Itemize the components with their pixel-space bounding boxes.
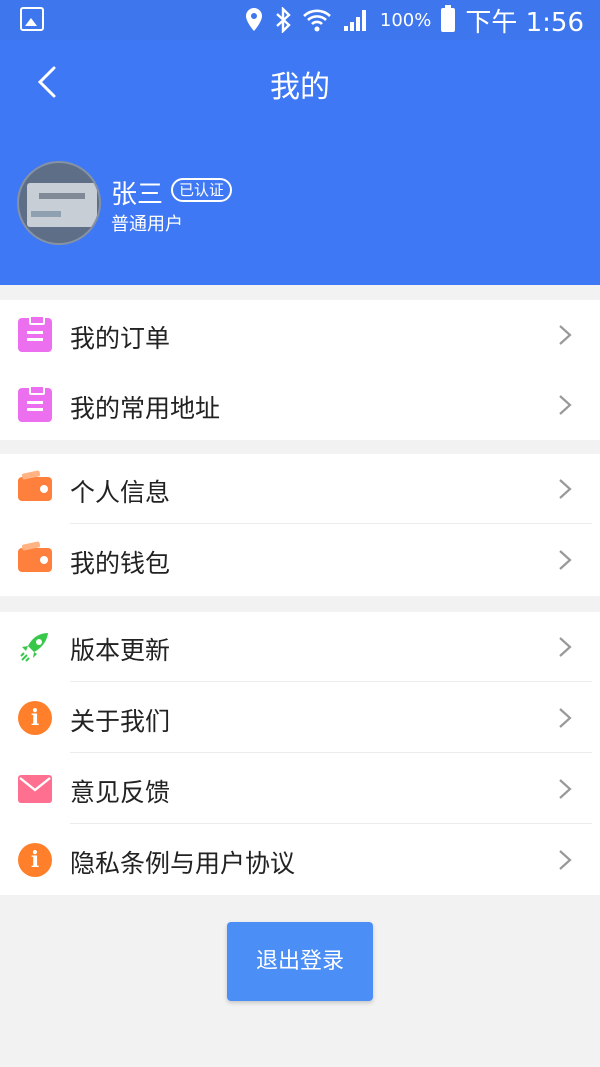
menu-item-wallet[interactable]: 我的钱包 <box>0 525 600 595</box>
clock: 下午 1:56 <box>465 7 584 38</box>
chevron-right-icon <box>559 550 572 570</box>
logout-button[interactable]: 退出登录 <box>227 922 373 1001</box>
chevron-right-icon <box>559 325 572 345</box>
chevron-right-icon <box>559 779 572 799</box>
mail-icon <box>18 775 52 803</box>
menu-item-label: 个人信息 <box>70 478 171 507</box>
menu-item-personal-info[interactable]: 个人信息 <box>0 454 600 524</box>
signal-icon <box>343 10 366 31</box>
clipboard-icon <box>18 315 52 352</box>
info-icon: i <box>18 843 52 877</box>
chevron-right-icon <box>559 708 572 728</box>
menu-group-about: 版本更新 i 关于我们 意见反馈 i 隐私条例与用户协议 <box>0 612 600 895</box>
chevron-right-icon <box>559 479 572 499</box>
menu-item-my-orders[interactable]: 我的订单 <box>0 300 600 370</box>
clipboard-icon <box>18 385 52 422</box>
wallet-icon <box>18 548 52 572</box>
battery-percentage: 100% <box>379 9 432 31</box>
menu-item-label: 我的订单 <box>70 324 171 353</box>
menu-item-label: 版本更新 <box>70 636 171 665</box>
menu-item-about-us[interactable]: i 关于我们 <box>0 683 600 753</box>
divider <box>70 681 592 682</box>
menu-item-label: 意见反馈 <box>70 778 171 807</box>
menu-item-label: 关于我们 <box>70 707 171 736</box>
divider <box>70 823 592 824</box>
gallery-notification-icon <box>20 7 44 31</box>
chevron-right-icon <box>559 637 572 657</box>
menu-item-privacy-policy[interactable]: i 隐私条例与用户协议 <box>0 825 600 895</box>
divider <box>70 752 592 753</box>
chevron-right-icon <box>559 850 572 870</box>
verified-badge: 已认证 <box>171 178 233 202</box>
page-title: 我的 <box>270 70 330 105</box>
menu-item-label: 隐私条例与用户协议 <box>70 849 296 878</box>
menu-group-orders: 我的订单 我的常用地址 <box>0 300 600 440</box>
location-icon <box>245 8 262 31</box>
status-bar: 100% 下午 1:56 <box>0 0 600 40</box>
wallet-icon <box>18 477 52 501</box>
battery-icon <box>441 5 456 32</box>
user-type: 普通用户 <box>111 214 183 235</box>
bluetooth-icon <box>276 7 291 33</box>
avatar[interactable] <box>17 161 101 245</box>
info-icon: i <box>18 701 52 735</box>
user-name: 张三 <box>111 180 164 210</box>
wifi-icon <box>302 9 331 32</box>
divider <box>70 523 592 524</box>
menu-item-addresses[interactable]: 我的常用地址 <box>0 370 600 440</box>
menu-item-feedback[interactable]: 意见反馈 <box>0 754 600 824</box>
rocket-icon <box>20 633 48 662</box>
chevron-right-icon <box>559 395 572 415</box>
menu-item-label: 我的钱包 <box>70 549 171 578</box>
menu-item-version-update[interactable]: 版本更新 <box>0 612 600 682</box>
menu-group-account: 个人信息 我的钱包 <box>0 454 600 596</box>
profile-header: 我的 张三 已认证 普通用户 <box>0 40 600 285</box>
menu-item-label: 我的常用地址 <box>70 394 221 423</box>
